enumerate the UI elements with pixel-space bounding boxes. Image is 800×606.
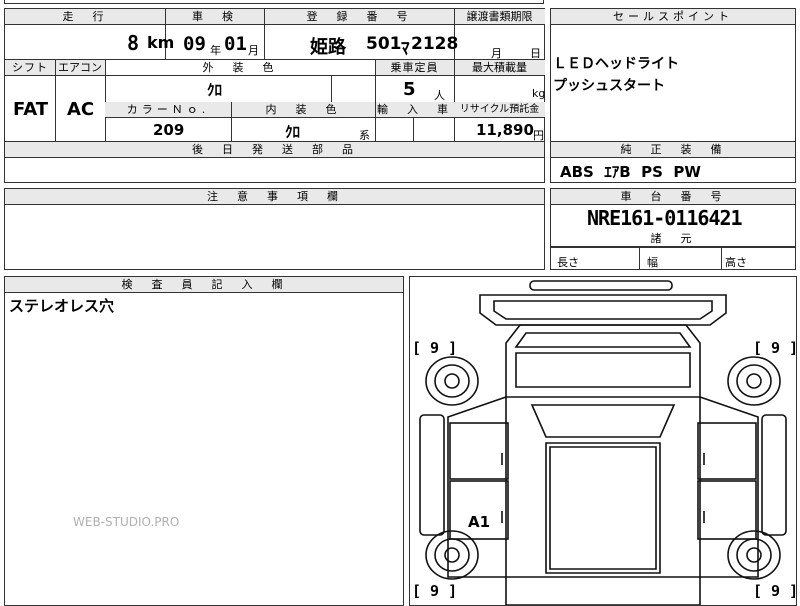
shift-value: FAT xyxy=(13,99,49,120)
recycle-header: リサイクル預託金 xyxy=(454,102,545,118)
max-load-unit: kg xyxy=(532,87,546,100)
notes-box: 注 意 事 項 欄 xyxy=(4,188,545,270)
registration-header: 登 録 番 号 xyxy=(264,9,454,25)
shift-header: シフト xyxy=(5,60,55,76)
capacity-value: 5 xyxy=(403,79,416,100)
sales-point-header: セールスポイント xyxy=(551,9,795,25)
aircon-value: AC xyxy=(67,99,95,120)
tire-mark-rear-left: [ 9 ] xyxy=(412,582,458,600)
color-no-header: カラーＮｏ. xyxy=(105,102,231,118)
chassis-value: NRE161-0116421 xyxy=(587,206,743,230)
registration-region: 姫路 xyxy=(310,37,346,58)
vehicle-diagram xyxy=(419,280,787,605)
interior-color-value: ｸﾛ xyxy=(285,123,301,141)
parts-later-box: 後 日 発 送 部 品 xyxy=(4,141,545,183)
tire-mark-rear-right: [ 9 ] xyxy=(753,582,799,600)
shaken-header: 車 検 xyxy=(165,9,264,25)
vehicle-diagram-box: [ 9 ] [ 9 ] [ 9 ] [ 9 ] A1 xyxy=(409,276,799,606)
mileage-header: 走 行 xyxy=(5,9,165,25)
sales-point-box: セールスポイント ＬＥＤヘッドライト プッシュスタート xyxy=(550,8,796,142)
mileage-value: 8 xyxy=(127,31,140,55)
shaken-month-unit: 月 xyxy=(248,44,259,57)
top-strip xyxy=(4,0,544,4)
inspector-box: 検 査 員 記 入 欄 ステレオレス穴 WEB-STUDIO.PRO xyxy=(4,276,404,606)
registration-number: 2128 xyxy=(411,34,459,54)
dimensions-header: 諸 元 xyxy=(551,231,795,247)
exterior-color-header: 外 装 色 xyxy=(105,60,375,76)
parts-later-header: 後 日 発 送 部 品 xyxy=(5,142,544,158)
tire-mark-front-right: [ 9 ] xyxy=(753,339,799,357)
standard-equipment-header: 純 正 装 備 xyxy=(551,142,795,158)
sales-point-line-2: プッシュスタート xyxy=(553,78,665,94)
dimensions-length-label: 長さ xyxy=(557,256,579,269)
interior-color-header: 内 装 色 xyxy=(231,102,375,118)
dimensions-width-label: 幅 xyxy=(647,256,658,269)
aircon-header: エアコン xyxy=(55,60,105,76)
mileage-unit: km xyxy=(147,33,175,52)
sales-point-line-1: ＬＥＤヘッドライト xyxy=(553,56,679,72)
main-info-block: 走 行 車 検 登 録 番 号 譲渡書類期限 8 km 09 年 01 月 姫路… xyxy=(4,8,545,142)
registration-class: 501 xyxy=(366,34,402,54)
import-header: 輸 入 車 xyxy=(375,102,454,118)
notes-header: 注 意 事 項 欄 xyxy=(5,189,544,205)
tire-mark-front-left: [ 9 ] xyxy=(412,339,458,357)
shaken-year: 09 xyxy=(183,33,206,55)
shaken-month: 01 xyxy=(224,33,247,55)
shaken-year-unit: 年 xyxy=(210,44,221,57)
standard-equipment-box: 純 正 装 備 ABS ｴｱB PS PW xyxy=(550,141,796,183)
inspector-note: ステレオレス穴 xyxy=(9,297,115,315)
watermark: WEB-STUDIO.PRO xyxy=(73,515,180,529)
dimensions-height-label: 高さ xyxy=(725,256,747,269)
registration-kana: ﾏ xyxy=(401,39,410,59)
color-no-value: 209 xyxy=(153,121,185,139)
chassis-box: 車 台 番 号 NRE161-0116421 諸 元 長さ 幅 高さ xyxy=(550,188,796,270)
inspector-header: 検 査 員 記 入 欄 xyxy=(5,277,403,293)
damage-mark-a1: A1 xyxy=(468,513,491,531)
capacity-unit: 人 xyxy=(434,89,445,102)
recycle-value: 11,890 xyxy=(476,121,534,139)
capacity-header: 乗車定員 xyxy=(375,60,454,76)
exterior-color-value: ｸﾛ xyxy=(207,81,223,99)
standard-equipment-value: ABS ｴｱB PS PW xyxy=(560,163,701,181)
chassis-header: 車 台 番 号 xyxy=(551,189,795,205)
transfer-date-header: 譲渡書類期限 xyxy=(454,9,545,25)
max-load-header: 最大積載量 xyxy=(454,60,545,76)
